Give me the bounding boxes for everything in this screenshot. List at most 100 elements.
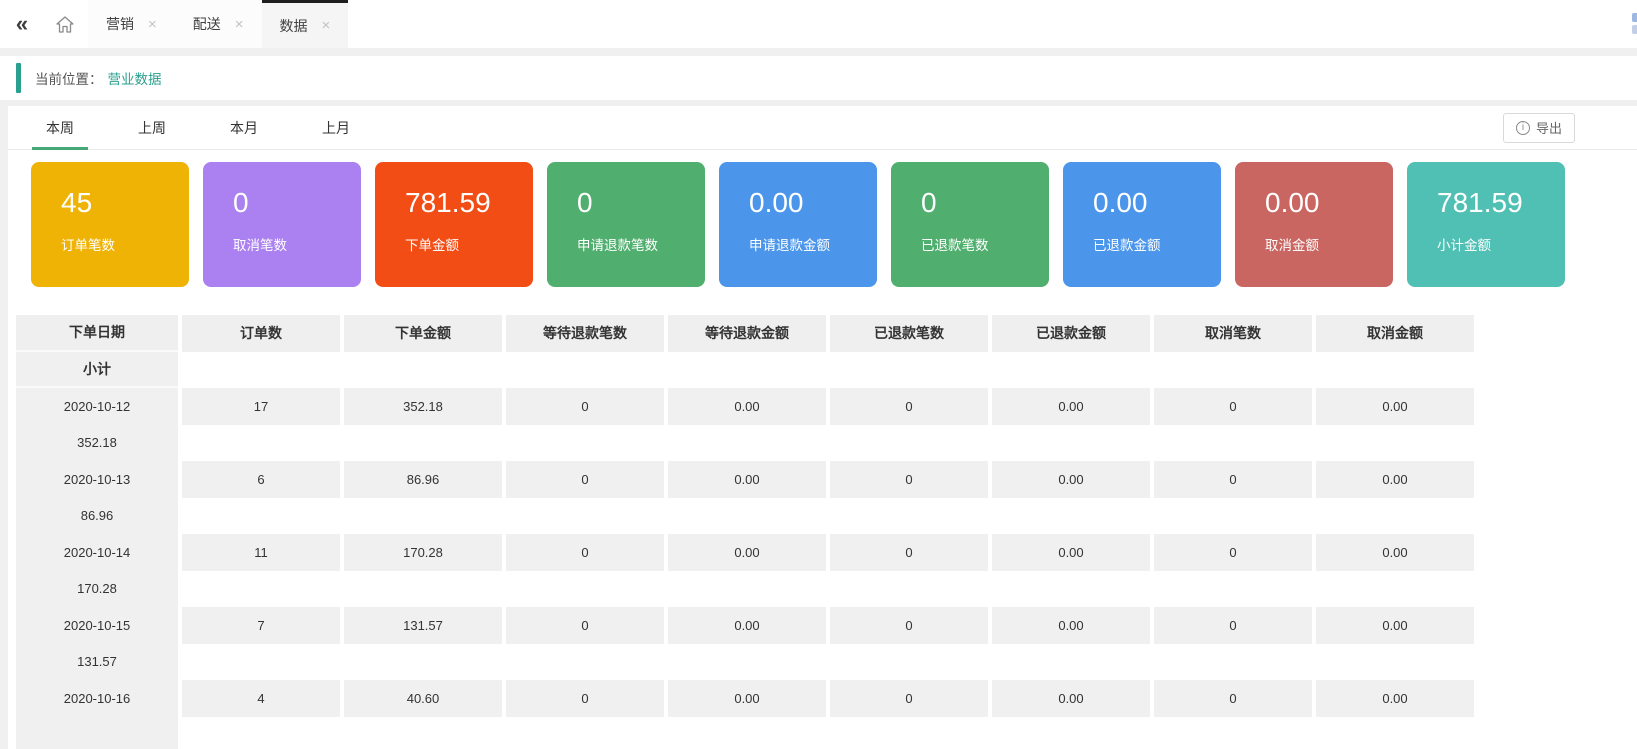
stat-cards-row: 45订单笔数0取消笔数781.59下单金额0申请退款笔数0.00申请退款金额0已…	[8, 150, 1637, 287]
export-button-label: 导出	[1536, 118, 1562, 137]
period-tab-4[interactable]: 上月	[322, 106, 350, 149]
edge-widget-partial[interactable]	[1632, 13, 1637, 37]
breadcrumb-link[interactable]: 营业数据	[108, 68, 162, 88]
stat-card-5: 0.00申请退款金额	[719, 162, 877, 287]
table-value-cell: 7	[182, 607, 340, 644]
export-icon: i	[1516, 121, 1530, 135]
stat-card-value: 781.59	[1407, 162, 1565, 219]
table-value-cell: 0	[1154, 607, 1312, 644]
table-empty-cell	[992, 352, 1150, 389]
stat-card-value: 0	[547, 162, 705, 219]
table-empty-cell	[992, 717, 1150, 749]
window-tab-bar: « 营销×配送×数据×	[0, 0, 1637, 48]
table-date-cell: 2020-10-13	[16, 461, 178, 498]
table-value-cell: 0	[1154, 680, 1312, 717]
table-empty-cell	[668, 425, 826, 462]
table-empty-cell	[1154, 644, 1312, 681]
home-icon	[56, 16, 74, 33]
table-empty-cell	[344, 571, 502, 608]
table-empty-cell	[1316, 498, 1474, 535]
table-value-cell: 0.00	[668, 534, 826, 571]
table-value-cell: 0.00	[1316, 680, 1474, 717]
tab-close-icon[interactable]: ×	[322, 18, 331, 33]
stat-card-9: 781.59小计金额	[1407, 162, 1565, 287]
table-header-cell: 等待退款笔数	[506, 315, 664, 352]
topbar-tab-label: 数据	[280, 16, 308, 36]
stat-card-label: 已退款笔数	[891, 219, 1049, 254]
table-value-cell: 0	[830, 461, 988, 498]
table-header-cell: 订单数	[182, 315, 340, 352]
table-empty-cell	[1154, 352, 1312, 389]
stat-card-6: 0已退款笔数	[891, 162, 1049, 287]
tab-close-icon[interactable]: ×	[235, 17, 244, 32]
table-empty-cell	[1316, 352, 1474, 389]
table-empty-cell	[344, 352, 502, 389]
stat-card-value: 0.00	[719, 162, 877, 219]
topbar-tabs: 营销×配送×数据×	[88, 0, 348, 48]
topbar-tab-label: 营销	[106, 14, 134, 34]
table-header-cell: 下单金额	[344, 315, 502, 352]
period-tab-3[interactable]: 本月	[230, 106, 258, 149]
table-header-cell: 下单日期	[16, 315, 178, 352]
table-empty-cell	[668, 498, 826, 535]
table-empty-cell	[506, 425, 664, 462]
breadcrumb: 当前位置： 营业数据	[0, 56, 1637, 100]
stat-card-value: 0.00	[1063, 162, 1221, 219]
table-value-cell: 0.00	[992, 607, 1150, 644]
table-value-cell: 0.00	[992, 461, 1150, 498]
table-value-cell: 0.00	[1316, 388, 1474, 425]
breadcrumb-label: 当前位置：	[35, 68, 103, 88]
table-subtotal-amount-cell: 170.28	[16, 571, 178, 608]
stat-card-label: 小计金额	[1407, 219, 1565, 254]
table-empty-cell	[830, 352, 988, 389]
topbar-tab-3[interactable]: 数据 ×	[262, 0, 349, 48]
table-value-cell: 131.57	[344, 607, 502, 644]
table-empty-cell	[182, 498, 340, 535]
table-empty-cell	[830, 498, 988, 535]
period-tab-row: 本周 上周 本月 上月 i 导出	[8, 106, 1637, 150]
table-value-cell: 170.28	[344, 534, 502, 571]
table-empty-cell	[830, 644, 988, 681]
breadcrumb-accent-bar	[16, 63, 21, 93]
table-empty-cell	[992, 644, 1150, 681]
table-empty-cell	[830, 425, 988, 462]
topbar-tab-1[interactable]: 营销 ×	[88, 0, 175, 48]
table-empty-cell	[1316, 425, 1474, 462]
table-empty-cell	[830, 571, 988, 608]
stat-card-4: 0申请退款笔数	[547, 162, 705, 287]
home-tab[interactable]	[42, 0, 88, 48]
period-tab-1[interactable]: 本周	[46, 106, 74, 149]
table-empty-cell	[668, 644, 826, 681]
table-empty-cell	[1154, 498, 1312, 535]
table-value-cell: 86.96	[344, 461, 502, 498]
stat-card-value: 0	[891, 162, 1049, 219]
table-value-cell: 0	[1154, 461, 1312, 498]
sidebar-collapse-icon[interactable]: «	[0, 0, 42, 48]
table-value-cell: 0.00	[668, 388, 826, 425]
stat-card-value: 45	[31, 162, 189, 219]
stat-card-8: 0.00取消金额	[1235, 162, 1393, 287]
period-tab-2[interactable]: 上周	[138, 106, 166, 149]
table-empty-cell	[344, 425, 502, 462]
table-header-cell: 取消笔数	[1154, 315, 1312, 352]
table-empty-cell	[182, 571, 340, 608]
table-value-cell: 0	[830, 388, 988, 425]
table-date-cell: 2020-10-12	[16, 388, 178, 425]
tab-close-icon[interactable]: ×	[148, 17, 157, 32]
table-subtotal-amount-cell: 86.96	[16, 498, 178, 535]
table-value-cell: 0.00	[668, 680, 826, 717]
stat-card-label: 取消笔数	[203, 219, 361, 254]
export-button[interactable]: i 导出	[1503, 113, 1575, 143]
table-empty-cell	[1154, 571, 1312, 608]
table-value-cell: 0.00	[668, 607, 826, 644]
table-date-cell: 2020-10-14	[16, 534, 178, 571]
stat-card-7: 0.00已退款金额	[1063, 162, 1221, 287]
stat-card-value: 0.00	[1235, 162, 1393, 219]
period-tabs: 本周 上周 本月 上月	[46, 106, 414, 149]
table-value-cell: 0.00	[1316, 461, 1474, 498]
topbar-tab-2[interactable]: 配送×	[175, 0, 262, 48]
table-value-cell: 0.00	[992, 680, 1150, 717]
stat-card-label: 申请退款笔数	[547, 219, 705, 254]
table-header-cell: 取消金额	[1316, 315, 1474, 352]
table-subtotal-amount-cell: 352.18	[16, 425, 178, 462]
